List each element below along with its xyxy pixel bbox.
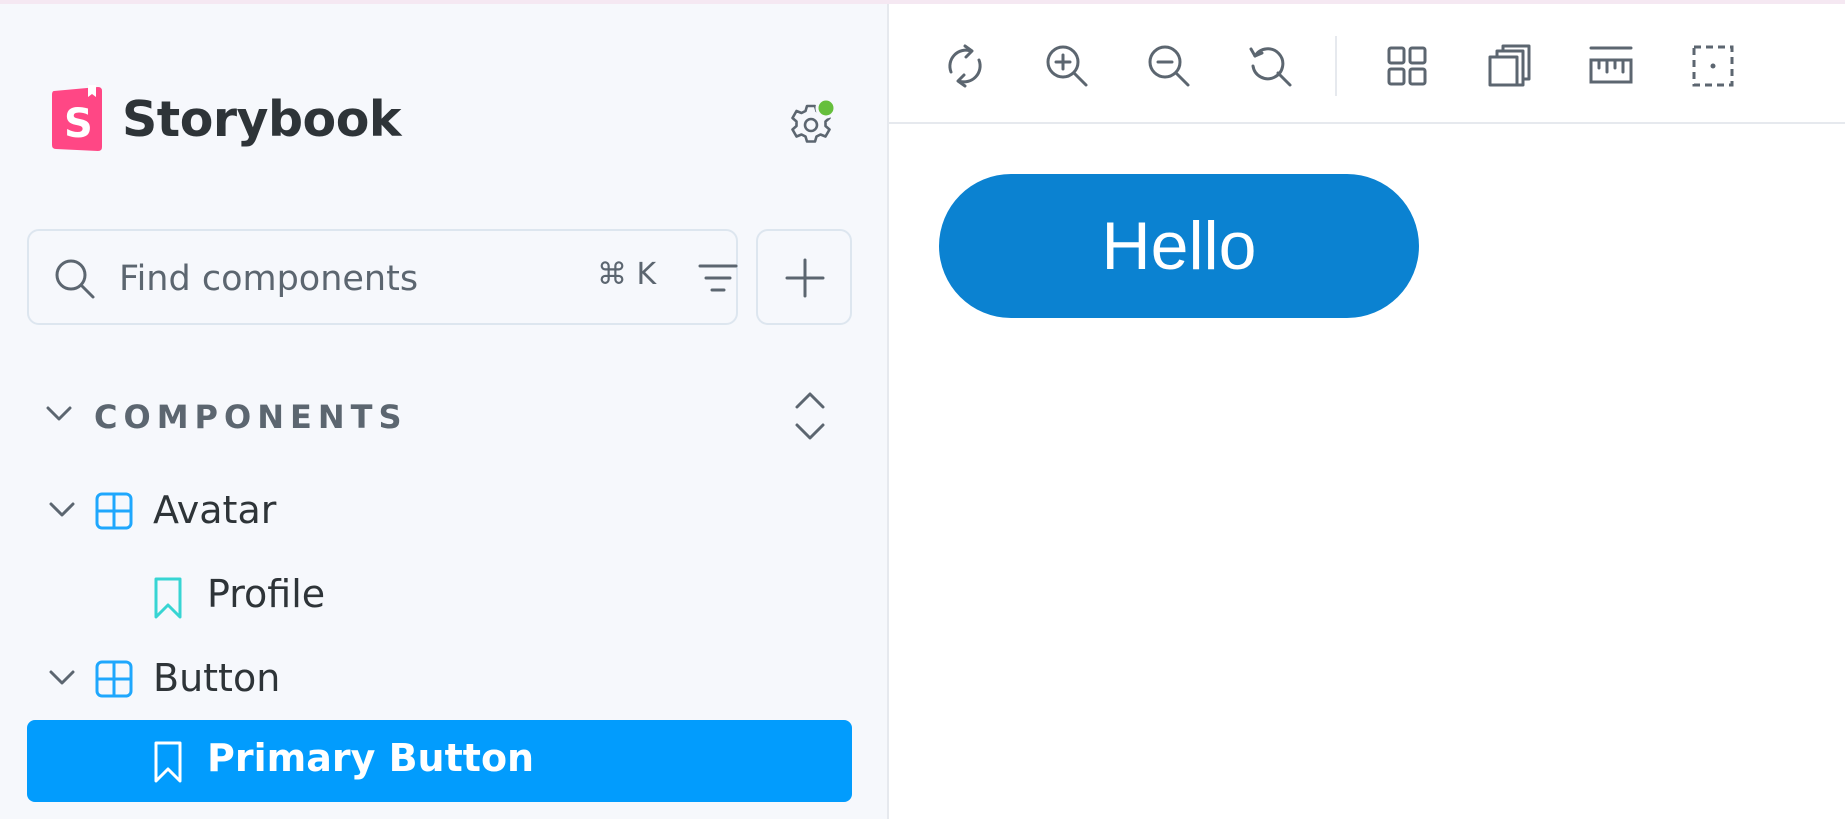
grid-icon — [1387, 46, 1427, 86]
search-box[interactable]: ⌘ K — [27, 229, 738, 325]
brand-name: Storybook — [122, 90, 401, 148]
measure-icon — [1589, 46, 1633, 84]
tree-item-label: Avatar — [153, 488, 277, 532]
zoom-in-button[interactable] — [1043, 42, 1091, 90]
gear-icon — [791, 98, 836, 143]
tree-item-label: Button — [153, 656, 281, 700]
tree-item-primary-button[interactable]: Primary Button — [27, 720, 852, 802]
reload-button[interactable] — [941, 42, 989, 90]
add-button[interactable] — [756, 229, 852, 325]
logo-letter: S — [64, 101, 93, 147]
chevron-down-icon — [46, 406, 72, 421]
search-icon — [55, 259, 95, 299]
bookmark-icon — [154, 741, 182, 783]
components-section-header[interactable]: COMPONENTS — [46, 392, 846, 444]
expand-collapse-icon[interactable] — [794, 390, 826, 442]
search-input[interactable] — [117, 251, 561, 307]
zoom-reset-icon — [1249, 47, 1292, 87]
tree-item-label: Primary Button — [207, 736, 535, 780]
chevron-down-icon — [49, 670, 75, 685]
component-icon — [95, 660, 133, 698]
grid-button[interactable] — [1383, 42, 1431, 90]
preview-canvas: Hello — [889, 124, 1845, 819]
tree-item-avatar[interactable]: Avatar — [27, 472, 852, 554]
tree-item-profile[interactable]: Profile — [27, 556, 852, 638]
status-dot — [815, 98, 836, 119]
reload-icon — [948, 44, 982, 88]
hello-button[interactable]: Hello — [939, 174, 1419, 318]
component-icon — [95, 492, 133, 530]
bookmark-icon — [154, 577, 182, 619]
outline-icon — [1692, 45, 1734, 87]
settings-button[interactable] — [786, 98, 836, 148]
section-title: COMPONENTS — [94, 398, 408, 436]
search-shortcut: ⌘ K — [597, 257, 657, 292]
filter-icon[interactable] — [697, 258, 739, 298]
toolbar-divider — [1335, 36, 1337, 96]
storybook-logo-icon: S — [52, 85, 102, 151]
zoom-out-button[interactable] — [1145, 42, 1193, 90]
tree-item-button[interactable]: Button — [27, 640, 852, 722]
background-icon — [1488, 44, 1531, 87]
plus-icon — [785, 258, 825, 298]
sidebar: S Storybook ⌘ K — [0, 4, 889, 819]
zoom-reset-button[interactable] — [1247, 42, 1295, 90]
brand[interactable]: S Storybook — [50, 84, 401, 154]
background-button[interactable] — [1485, 42, 1533, 90]
chevron-down-icon — [49, 502, 75, 517]
zoom-out-icon — [1148, 45, 1190, 87]
preview-toolbar — [889, 4, 1845, 124]
tree-item-label: Profile — [207, 572, 326, 616]
measure-button[interactable] — [1587, 42, 1635, 90]
outline-button[interactable] — [1689, 42, 1737, 90]
zoom-in-icon — [1046, 45, 1088, 87]
